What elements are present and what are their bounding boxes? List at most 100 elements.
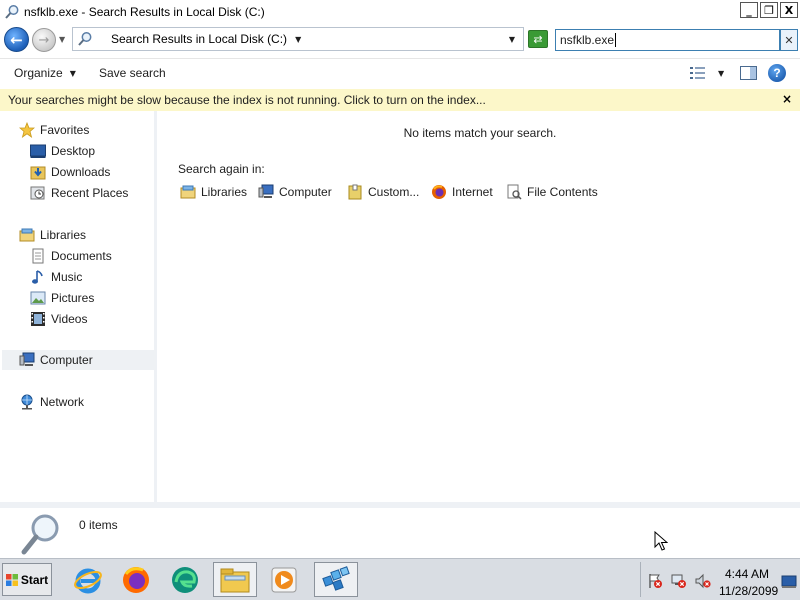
music-note-icon bbox=[32, 270, 43, 284]
search-magnifier-icon bbox=[78, 32, 92, 46]
nav-item-recent-places[interactable]: Recent Places bbox=[30, 183, 128, 203]
results-view: No items match your search. Search again… bbox=[160, 111, 800, 502]
change-view-icon[interactable] bbox=[690, 66, 706, 80]
back-button[interactable]: ← bbox=[4, 27, 29, 52]
command-bar: Organize ▼ Save search ▼ ? bbox=[0, 58, 800, 88]
search-input-value: nsfklb.exe bbox=[560, 33, 615, 47]
network-disconnected-icon[interactable] bbox=[671, 573, 687, 589]
network-globe-icon bbox=[21, 394, 33, 410]
address-bar[interactable]: Search Results in Local Disk (C:) ▼ ▼ bbox=[72, 27, 524, 51]
minimize-button[interactable]: _ bbox=[740, 2, 758, 18]
nav-item-network[interactable]: Network bbox=[19, 392, 84, 412]
nav-item-libraries[interactable]: Libraries bbox=[19, 225, 86, 245]
address-history-dropdown[interactable]: ▼ bbox=[509, 35, 515, 44]
action-center-flag-icon[interactable] bbox=[647, 573, 663, 589]
arrow-left-icon: ← bbox=[10, 30, 23, 49]
mouse-pointer-icon bbox=[654, 531, 668, 551]
organize-label: Organize bbox=[14, 66, 63, 80]
taskbar-file-explorer[interactable] bbox=[213, 562, 257, 597]
nav-item-favorites[interactable]: Favorites bbox=[19, 120, 89, 140]
start-button[interactable]: Start bbox=[2, 563, 52, 596]
search-again-label-libraries: Libraries bbox=[201, 185, 248, 199]
search-again-file-contents[interactable]: File Contents bbox=[506, 183, 598, 201]
taskbar-media-player[interactable] bbox=[262, 562, 306, 597]
chevron-down-icon: ▼ bbox=[69, 68, 76, 78]
start-label: Start bbox=[20, 572, 49, 587]
address-crumb[interactable]: Search Results in Local Disk (C:) bbox=[111, 32, 287, 46]
save-search-button[interactable]: Save search bbox=[99, 66, 166, 80]
registry-editor-icon bbox=[322, 565, 350, 591]
refresh-icon: ⇄ bbox=[533, 32, 543, 46]
star-icon bbox=[19, 122, 35, 138]
nav-item-videos[interactable]: Videos bbox=[30, 309, 87, 329]
clock-time[interactable]: 4:44 AM bbox=[725, 567, 769, 581]
close-icon: ✕ bbox=[784, 33, 794, 47]
taskbar-firefox[interactable] bbox=[114, 562, 158, 597]
nav-item-pictures[interactable]: Pictures bbox=[30, 288, 94, 308]
nav-item-music[interactable]: Music bbox=[30, 267, 82, 287]
show-desktop-icon[interactable] bbox=[781, 574, 797, 590]
nav-label: Documents bbox=[51, 249, 112, 263]
navigation-pane: Favorites Desktop Downloads Recent Place… bbox=[0, 111, 157, 502]
desktop-icon bbox=[30, 144, 46, 158]
restore-button[interactable]: ❐ bbox=[760, 2, 778, 18]
navigation-bar: ← → ▼ Search Results in Local Disk (C:) … bbox=[0, 25, 800, 55]
forward-button[interactable]: → bbox=[32, 28, 56, 52]
clock-date[interactable]: 11/28/2099 bbox=[719, 584, 778, 598]
nav-item-documents[interactable]: Documents bbox=[30, 246, 112, 266]
help-icon: ? bbox=[773, 66, 781, 80]
file-contents-icon bbox=[507, 184, 522, 200]
index-warning-bar[interactable]: Your searches might be slow because the … bbox=[0, 89, 800, 111]
file-explorer-icon bbox=[220, 568, 250, 592]
window-title: nsfklb.exe - Search Results in Local Dis… bbox=[24, 5, 265, 19]
taskbar-registry-editor[interactable] bbox=[314, 562, 358, 597]
search-magnifier-icon bbox=[5, 5, 19, 19]
windows-logo-icon bbox=[5, 573, 18, 586]
taskbar-internet-explorer[interactable] bbox=[66, 562, 110, 597]
search-again-label-custom: Custom... bbox=[368, 185, 420, 199]
search-again-custom[interactable]: Custom... bbox=[347, 183, 419, 201]
nav-label: Computer bbox=[40, 353, 93, 367]
custom-folder-icon bbox=[348, 184, 362, 200]
help-button[interactable]: ? bbox=[768, 64, 786, 82]
search-input[interactable]: nsfklb.exe bbox=[555, 29, 780, 51]
media-player-icon bbox=[271, 567, 297, 592]
organize-button[interactable]: Organize ▼ bbox=[14, 66, 76, 80]
clear-search-button[interactable]: ✕ bbox=[780, 29, 798, 51]
volume-muted-icon[interactable] bbox=[695, 573, 711, 589]
internet-explorer-icon bbox=[74, 568, 102, 593]
search-again-label: Search again in: bbox=[178, 162, 265, 176]
search-again-label-computer: Computer bbox=[279, 185, 332, 199]
computer-icon bbox=[19, 352, 35, 366]
search-magnifier-icon bbox=[21, 514, 59, 555]
search-again-computer[interactable]: Computer bbox=[258, 183, 332, 201]
libraries-icon bbox=[19, 228, 35, 242]
preview-pane-icon[interactable] bbox=[740, 66, 757, 80]
taskbar-edge[interactable] bbox=[163, 562, 207, 597]
search-again-label-file-contents: File Contents bbox=[527, 185, 598, 199]
documents-icon bbox=[32, 248, 44, 264]
nav-item-desktop[interactable]: Desktop bbox=[30, 141, 95, 161]
system-tray: 4:44 AM 11/28/2099 bbox=[640, 562, 798, 598]
nav-label: Music bbox=[51, 270, 83, 284]
window-controls: _ ❐ X bbox=[740, 2, 798, 18]
nav-label: Desktop bbox=[51, 144, 96, 158]
refresh-button[interactable]: ⇄ bbox=[528, 30, 548, 48]
recent-pages-dropdown[interactable]: ▼ bbox=[59, 35, 65, 44]
save-search-label: Save search bbox=[99, 66, 166, 80]
search-again-libraries[interactable]: Libraries bbox=[180, 183, 247, 201]
search-again-internet[interactable]: Internet bbox=[431, 183, 493, 201]
nav-label: Favorites bbox=[40, 123, 90, 137]
item-count: 0 items bbox=[79, 518, 118, 532]
index-warning-message[interactable]: Your searches might be slow because the … bbox=[8, 93, 486, 107]
chevron-down-icon[interactable]: ▼ bbox=[295, 35, 301, 44]
dismiss-infobar-button[interactable]: × bbox=[782, 92, 792, 106]
view-options-dropdown[interactable]: ▼ bbox=[718, 69, 724, 78]
nav-label: Pictures bbox=[51, 291, 95, 305]
text-caret bbox=[615, 33, 617, 47]
nav-label: Downloads bbox=[51, 165, 111, 179]
close-button[interactable]: X bbox=[780, 2, 798, 18]
nav-item-computer[interactable]: Computer bbox=[2, 350, 156, 370]
nav-label: Network bbox=[40, 395, 85, 409]
nav-item-downloads[interactable]: Downloads bbox=[30, 162, 110, 182]
